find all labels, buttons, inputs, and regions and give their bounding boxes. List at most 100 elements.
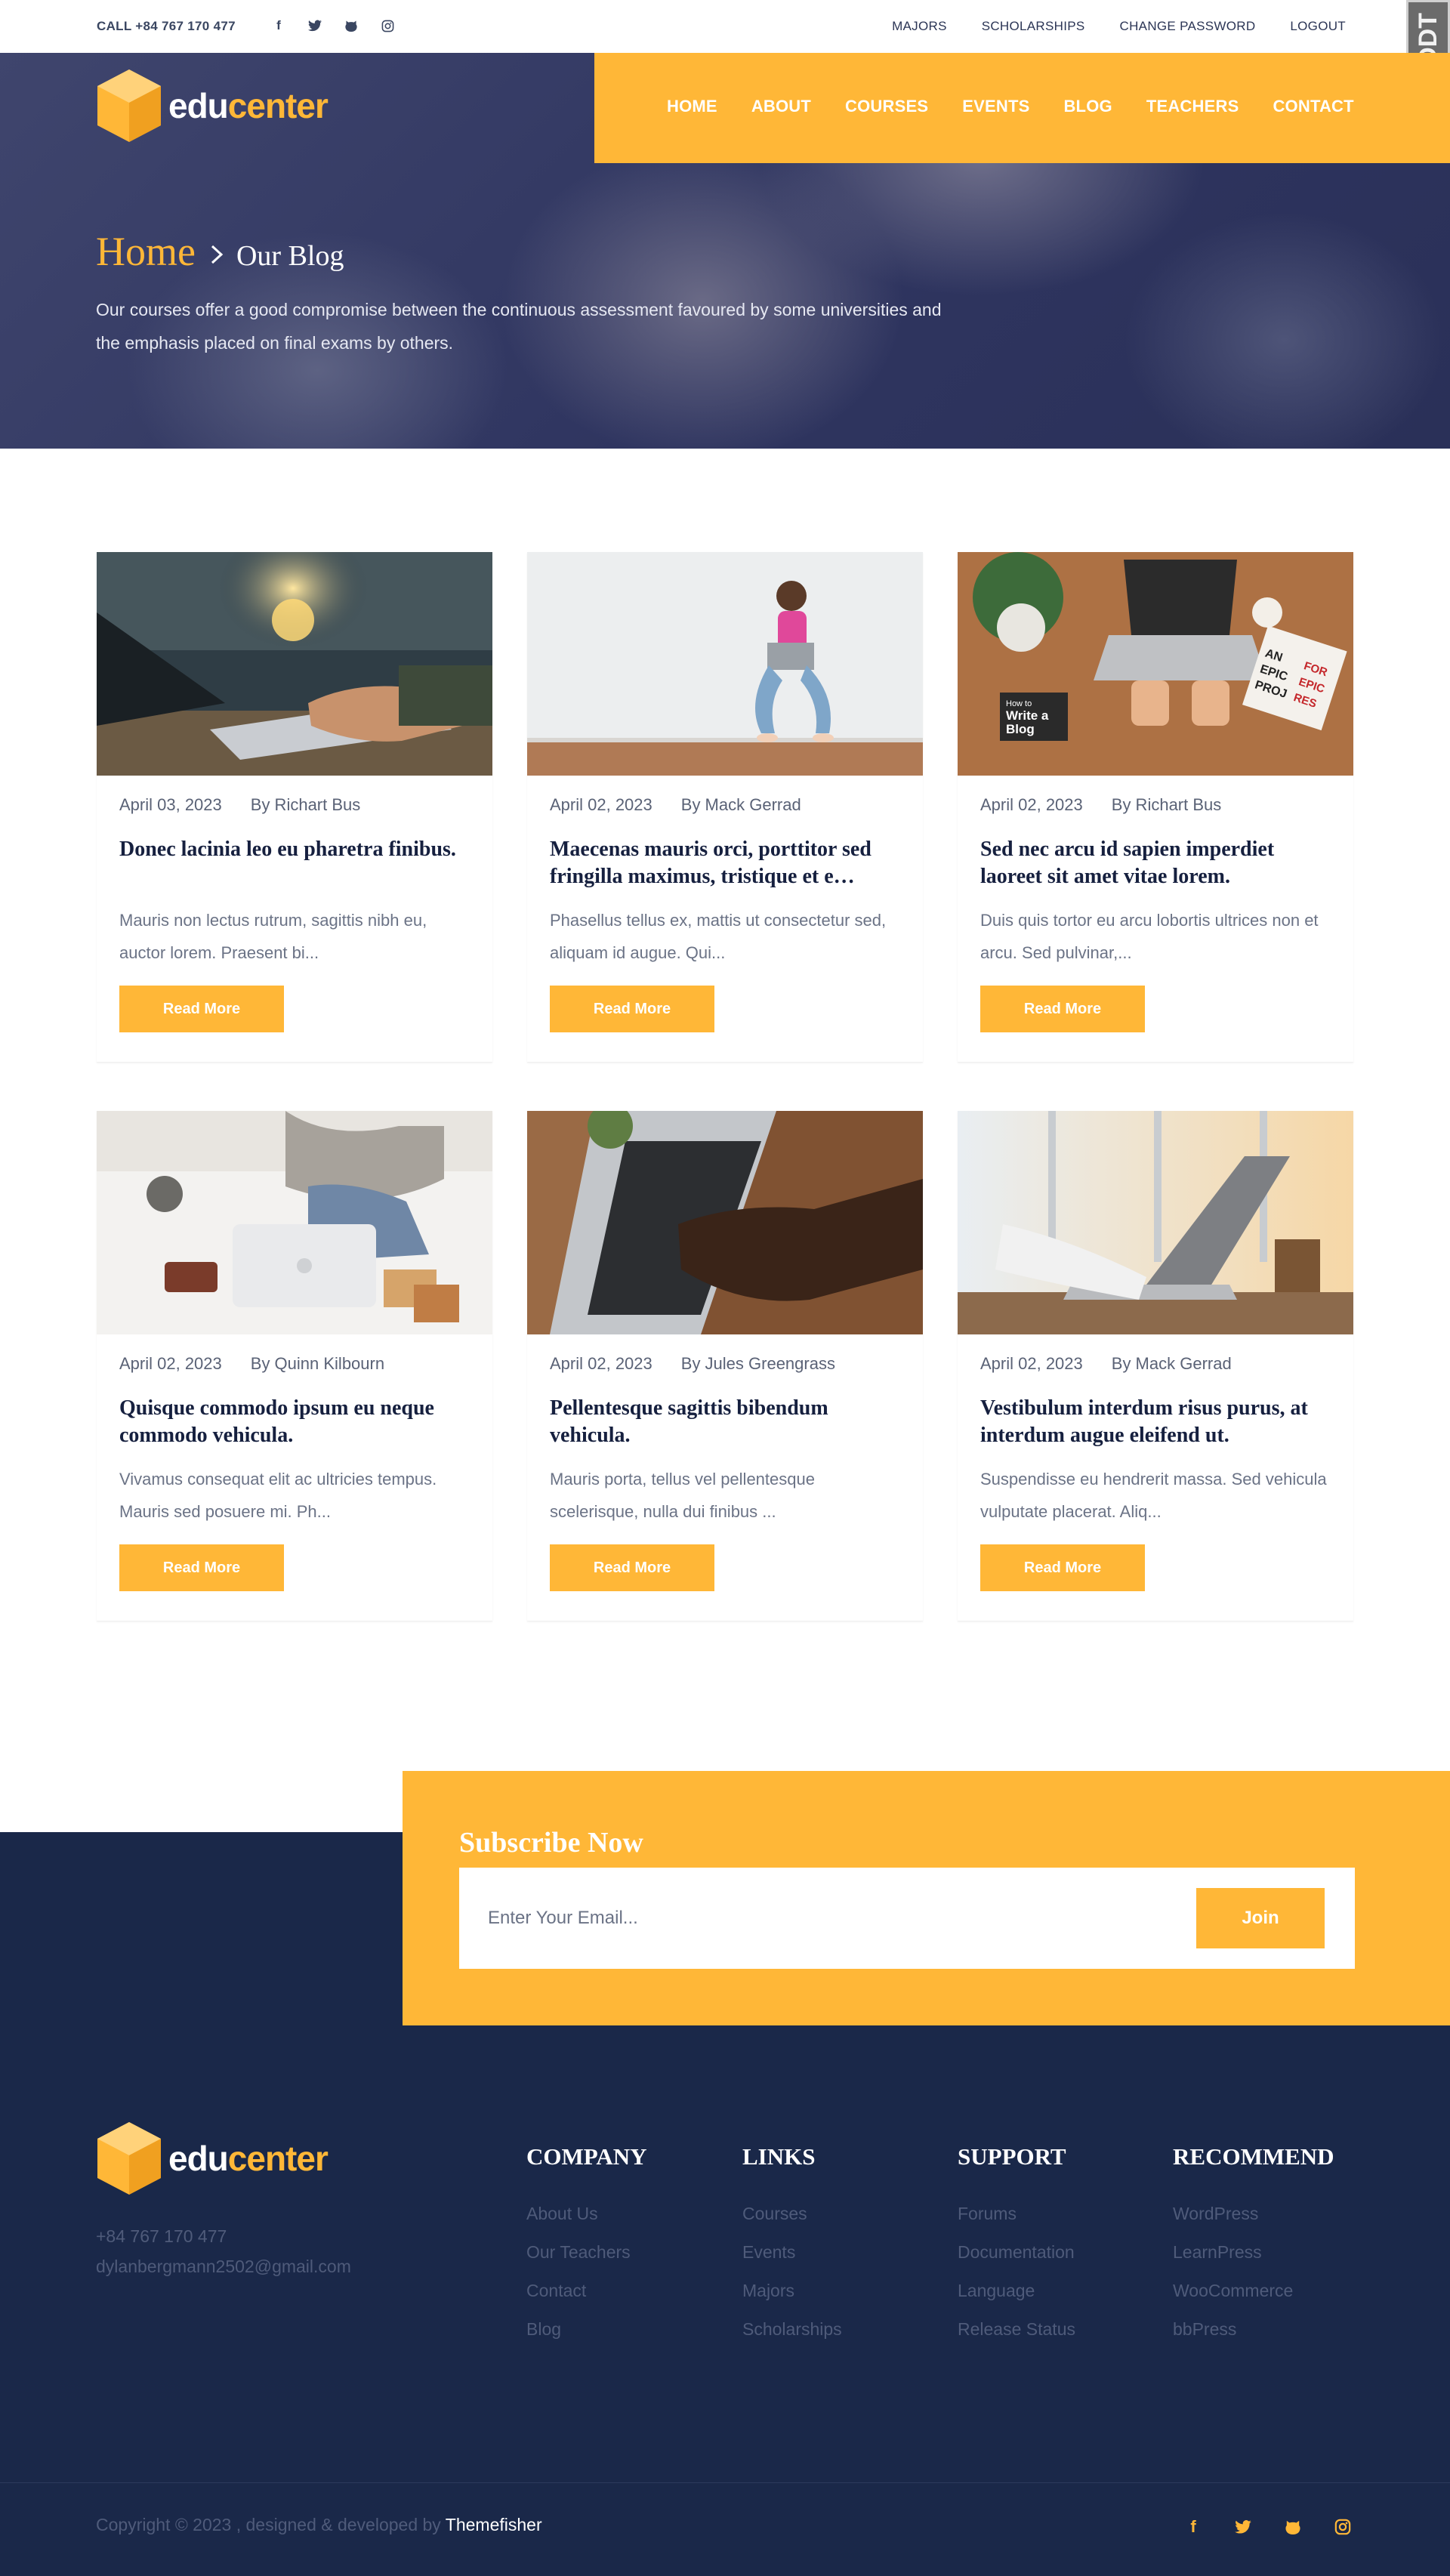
copyright-brand-link[interactable]: Themefisher (446, 2515, 542, 2534)
post-author[interactable]: By Richart Bus (251, 795, 361, 815)
post-title[interactable]: Pellentesque sagittis bibendum vehicula. (550, 1395, 900, 1449)
post-excerpt: Duis quis tortor eu arcu lobortis ultric… (980, 911, 1319, 962)
chevron-right-icon (209, 237, 224, 273)
link-scholarships[interactable]: SCHOLARSHIPS (982, 19, 1085, 34)
footer-link[interactable]: Documentation (958, 2242, 1075, 2281)
post-title[interactable]: Sed nec arcu id sapien imperdiet laoreet… (980, 836, 1331, 890)
github-icon[interactable] (341, 16, 361, 35)
breadcrumb-current: Our Blog (236, 240, 344, 272)
footer-logo[interactable]: educenter (96, 2121, 329, 2196)
email-input[interactable] (488, 1901, 1107, 1936)
footer-heading: RECOMMEND (1173, 2143, 1334, 2170)
footer-link[interactable]: Forums (958, 2204, 1075, 2242)
read-more-button[interactable]: Read More (119, 986, 284, 1032)
nav-blog[interactable]: BLOG (1063, 97, 1112, 116)
post-meta: April 02, 2023 By Quinn Kilbourn (119, 1354, 384, 1374)
post-image[interactable] (527, 552, 923, 776)
logo-cube-icon (97, 2122, 161, 2195)
footer-heading: COMPANY (526, 2143, 647, 2170)
instagram-icon[interactable] (1331, 2516, 1354, 2538)
nav-courses[interactable]: COURSES (845, 97, 928, 116)
nav-home[interactable]: HOME (667, 97, 717, 116)
footer-column-links: LINKS Courses Events Majors Scholarships (742, 2143, 842, 2358)
post-author[interactable]: By Mack Gerrad (681, 795, 801, 815)
join-button[interactable]: Join (1196, 1888, 1325, 1948)
read-more-button[interactable]: Read More (119, 1544, 284, 1591)
read-more-button[interactable]: Read More (550, 1544, 714, 1591)
post-title[interactable]: Donec lacinia leo eu pharetra finibus. (119, 836, 470, 863)
read-more-button[interactable]: Read More (980, 986, 1145, 1032)
footer-column-company: COMPANY About Us Our Teachers Contact Bl… (526, 2143, 647, 2358)
subscribe-section: Subscribe Now Join (403, 1771, 1450, 2025)
footer-link[interactable]: Courses (742, 2204, 842, 2242)
post-title[interactable]: Quisque commodo ipsum eu neque commodo v… (119, 1395, 470, 1449)
nav-contact[interactable]: CONTACT (1273, 97, 1353, 116)
nav-about[interactable]: ABOUT (751, 97, 811, 116)
footer-link[interactable]: LearnPress (1173, 2242, 1334, 2281)
post-image[interactable] (958, 1111, 1353, 1334)
post-image[interactable] (527, 1111, 923, 1334)
footer-link[interactable]: Our Teachers (526, 2242, 647, 2281)
post-date: April 03, 2023 (119, 795, 222, 814)
nav-events[interactable]: EVENTS (962, 97, 1029, 116)
footer-link[interactable]: Release Status (958, 2319, 1075, 2358)
blog-card: April 02, 2023 By Mack Gerrad Maecenas m… (527, 552, 923, 1063)
post-date: April 02, 2023 (550, 1354, 652, 1373)
facebook-icon[interactable]: f (1182, 2516, 1205, 2538)
twitter-icon[interactable] (305, 16, 325, 35)
logo-text: educenter (168, 2139, 329, 2178)
read-more-button[interactable]: Read More (980, 1544, 1145, 1591)
post-author[interactable]: By Mack Gerrad (1112, 1354, 1232, 1374)
call-text: CALL +84 767 170 477 (97, 19, 236, 33)
svg-text:How to: How to (1006, 699, 1032, 708)
post-meta: April 02, 2023 By Mack Gerrad (980, 1354, 1232, 1374)
logo-text: educenter (168, 86, 329, 125)
subscribe-title: Subscribe Now (459, 1827, 643, 1859)
footer-link[interactable]: Scholarships (742, 2319, 842, 2358)
footer-link[interactable]: WordPress (1173, 2204, 1334, 2242)
svg-text:Write a: Write a (1006, 708, 1049, 723)
footer-link[interactable]: Majors (742, 2281, 842, 2319)
post-author[interactable]: By Richart Bus (1112, 795, 1222, 815)
site-logo[interactable]: educenter (96, 68, 329, 143)
footer-phone[interactable]: +84 767 170 477 (96, 2226, 227, 2247)
footer-column-recommend: RECOMMEND WordPress LearnPress WooCommer… (1173, 2143, 1334, 2358)
breadcrumb-home[interactable]: Home (96, 228, 196, 275)
footer-column-support: SUPPORT Forums Documentation Language Re… (958, 2143, 1075, 2358)
post-meta: April 03, 2023 By Richart Bus (119, 795, 360, 815)
link-majors[interactable]: MAJORS (892, 19, 947, 34)
post-image[interactable] (97, 1111, 492, 1334)
post-title[interactable]: Maecenas mauris orci, porttitor sed frin… (550, 836, 900, 890)
post-meta: April 02, 2023 By Jules Greengrass (550, 1354, 835, 1374)
link-logout[interactable]: LOGOUT (1290, 19, 1346, 34)
post-excerpt: Mauris porta, tellus vel pellentesque sc… (550, 1470, 815, 1521)
blog-card: April 02, 2023 By Quinn Kilbourn Quisque… (97, 1111, 492, 1621)
twitter-icon[interactable] (1232, 2516, 1254, 2538)
footer-link[interactable]: Events (742, 2242, 842, 2281)
post-date: April 02, 2023 (550, 795, 652, 814)
footer-link[interactable]: Blog (526, 2319, 647, 2358)
footer-link[interactable]: Contact (526, 2281, 647, 2319)
footer-socials: f (1182, 2516, 1354, 2538)
facebook-icon[interactable]: f (269, 16, 288, 35)
footer-link[interactable]: About Us (526, 2204, 647, 2242)
post-author[interactable]: By Quinn Kilbourn (251, 1354, 384, 1374)
post-date: April 02, 2023 (980, 1354, 1083, 1373)
footer-link[interactable]: Language (958, 2281, 1075, 2319)
post-image[interactable]: AN EPIC PROJ FOR EPIC RES How to Write a… (958, 552, 1353, 776)
footer-link[interactable]: WooCommerce (1173, 2281, 1334, 2319)
post-author[interactable]: By Jules Greengrass (681, 1354, 835, 1374)
link-change-password[interactable]: CHANGE PASSWORD (1120, 19, 1256, 34)
top-bar: CALL +84 767 170 477 f MAJORS SCHOLARSHI… (0, 0, 1450, 53)
footer-email[interactable]: dylanbergmann2502@gmail.com (96, 2257, 351, 2277)
post-excerpt: Mauris non lectus rutrum, sagittis nibh … (119, 911, 427, 962)
post-title[interactable]: Vestibulum interdum risus purus, at inte… (980, 1395, 1331, 1449)
footer-link[interactable]: bbPress (1173, 2319, 1334, 2358)
instagram-icon[interactable] (378, 16, 397, 35)
github-icon[interactable] (1282, 2516, 1304, 2538)
nav-teachers[interactable]: TEACHERS (1146, 97, 1239, 116)
post-image[interactable] (97, 552, 492, 776)
read-more-button[interactable]: Read More (550, 986, 714, 1032)
blog-card: April 03, 2023 By Richart Bus Donec laci… (97, 552, 492, 1063)
post-excerpt: Vivamus consequat elit ac ultricies temp… (119, 1470, 437, 1521)
